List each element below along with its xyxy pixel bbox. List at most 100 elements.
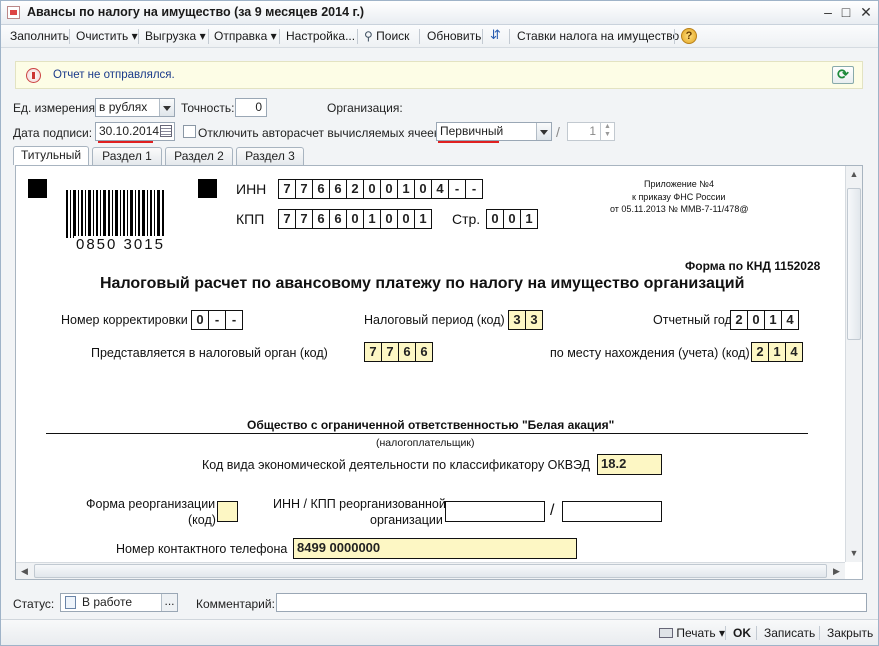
hscroll-thumb[interactable]: [34, 564, 827, 578]
tab-section-2[interactable]: Раздел 2: [165, 147, 233, 165]
tab-section-3[interactable]: Раздел 3: [236, 147, 304, 165]
close-icon[interactable]: ✕: [857, 4, 875, 21]
form-cell[interactable]: 7: [364, 342, 382, 362]
scroll-down-icon[interactable]: ▼: [846, 545, 862, 562]
form-cell[interactable]: -: [448, 179, 466, 199]
form-cell[interactable]: 1: [363, 209, 381, 229]
form-cell[interactable]: 6: [312, 209, 330, 229]
stepper-icon[interactable]: ▲ ▼: [600, 123, 614, 140]
correction-number-field[interactable]: 1 ▲ ▼: [567, 122, 615, 141]
form-cell[interactable]: 0: [414, 179, 432, 199]
form-cell[interactable]: 0: [363, 179, 381, 199]
location-cells[interactable]: 214: [751, 342, 803, 362]
correction-cells[interactable]: 0--: [191, 310, 243, 330]
form-cell[interactable]: 0: [380, 179, 398, 199]
form-cell[interactable]: 0: [191, 310, 209, 330]
page-cells: 001: [486, 209, 538, 229]
refresh-icon[interactable]: ⟳: [832, 66, 854, 84]
chevron-down-icon[interactable]: [159, 99, 174, 116]
precision-field[interactable]: 0: [235, 98, 267, 117]
clear-menu[interactable]: Очистить ▾: [76, 29, 138, 43]
reorg-kpp-field[interactable]: [562, 501, 662, 522]
maximize-icon[interactable]: □: [837, 4, 855, 21]
form-cell[interactable]: 6: [312, 179, 330, 199]
form-cell[interactable]: 7: [278, 179, 296, 199]
period-cells[interactable]: 33: [508, 310, 543, 330]
authority-cells[interactable]: 7766: [364, 342, 433, 362]
update-button[interactable]: Обновить: [427, 29, 481, 43]
form-cell[interactable]: 0: [397, 209, 415, 229]
ok-button[interactable]: OK: [733, 626, 751, 640]
vertical-scrollbar[interactable]: ▲ ▼: [845, 166, 862, 562]
reorg-inn-field[interactable]: [445, 501, 545, 522]
form-cell[interactable]: -: [208, 310, 226, 330]
phone-field[interactable]: 8499 0000000: [293, 538, 577, 559]
form-cell[interactable]: 1: [414, 209, 432, 229]
form-cell[interactable]: 0: [747, 310, 765, 330]
form-cell[interactable]: 1: [520, 209, 538, 229]
form-cell[interactable]: 3: [508, 310, 526, 330]
save-button[interactable]: Записать: [764, 626, 815, 640]
reorg-form-field[interactable]: [217, 501, 238, 522]
form-cell[interactable]: 1: [768, 342, 786, 362]
scroll-thumb[interactable]: [847, 188, 861, 340]
form-cell[interactable]: 6: [398, 342, 416, 362]
close-button[interactable]: Закрыть: [827, 626, 873, 640]
print-menu[interactable]: Печать ▾: [659, 626, 725, 640]
scroll-up-icon[interactable]: ▲: [846, 166, 862, 183]
form-cell[interactable]: -: [225, 310, 243, 330]
comment-field[interactable]: [276, 593, 867, 612]
fill-button[interactable]: Заполнить: [10, 29, 69, 43]
minimize-icon[interactable]: –: [819, 4, 837, 21]
arrows-icon[interactable]: ⇵: [490, 27, 501, 43]
unit-select[interactable]: в рублях: [95, 98, 175, 117]
inn-cells[interactable]: 7766200104--: [278, 179, 483, 199]
tax-rates-button[interactable]: Ставки налога на имущество: [517, 29, 679, 43]
form-cell[interactable]: 0: [346, 209, 364, 229]
form-cell[interactable]: 4: [431, 179, 449, 199]
status-field[interactable]: В работе ...: [60, 593, 178, 612]
kpp-cells[interactable]: 776601001: [278, 209, 432, 229]
export-menu[interactable]: Выгрузка ▾: [145, 29, 206, 43]
scroll-right-icon[interactable]: ▶: [828, 563, 845, 579]
form-cell[interactable]: 2: [346, 179, 364, 199]
form-cell[interactable]: 6: [329, 209, 347, 229]
form-cell[interactable]: 7: [295, 179, 313, 199]
sign-date-field[interactable]: 30.10.2014: [95, 122, 175, 141]
bottom-separator: [819, 626, 820, 640]
form-cell[interactable]: 7: [278, 209, 296, 229]
form-cell[interactable]: 4: [785, 342, 803, 362]
company-name[interactable]: Общество с ограниченной ответственностью…: [247, 418, 614, 432]
scroll-left-icon[interactable]: ◀: [16, 563, 33, 579]
reorg-code-label: (код): [188, 513, 216, 527]
help-icon[interactable]: ?: [681, 28, 697, 44]
tab-section-1[interactable]: Раздел 1: [92, 147, 162, 165]
form-cell[interactable]: 3: [525, 310, 543, 330]
report-kind-select[interactable]: Первичный: [436, 122, 552, 141]
year-cells[interactable]: 2014: [730, 310, 799, 330]
form-cell[interactable]: -: [465, 179, 483, 199]
horizontal-scrollbar[interactable]: ◀ ▶: [16, 562, 845, 579]
chevron-down-icon[interactable]: [536, 123, 551, 140]
period-label: Налоговый период (код): [364, 313, 505, 327]
form-cell[interactable]: 1: [397, 179, 415, 199]
search-button[interactable]: ⚲ Поиск: [364, 29, 409, 43]
form-cell[interactable]: 2: [751, 342, 769, 362]
autocalc-checkbox[interactable]: [183, 125, 196, 138]
send-menu[interactable]: Отправка ▾: [214, 29, 277, 43]
form-cell[interactable]: 4: [781, 310, 799, 330]
form-cell[interactable]: 0: [486, 209, 504, 229]
form-cell[interactable]: 7: [295, 209, 313, 229]
status-select-button[interactable]: ...: [161, 594, 177, 611]
tab-title-page[interactable]: Титульный: [13, 146, 89, 165]
calendar-icon[interactable]: [160, 125, 172, 137]
form-cell[interactable]: 6: [415, 342, 433, 362]
form-cell[interactable]: 0: [380, 209, 398, 229]
settings-button[interactable]: Настройка...: [286, 29, 355, 43]
form-cell[interactable]: 1: [764, 310, 782, 330]
form-cell[interactable]: 0: [503, 209, 521, 229]
form-cell[interactable]: 2: [730, 310, 748, 330]
okved-field[interactable]: 18.2: [597, 454, 662, 475]
form-cell[interactable]: 7: [381, 342, 399, 362]
form-cell[interactable]: 6: [329, 179, 347, 199]
